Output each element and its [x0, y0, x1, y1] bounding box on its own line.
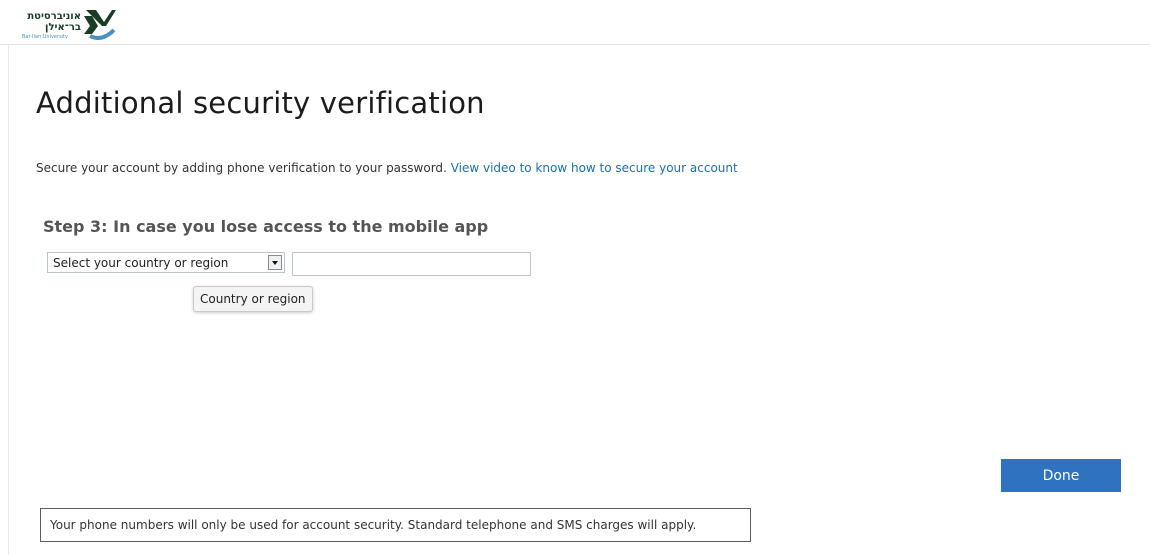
phone-usage-notice: Your phone numbers will only be used for… [40, 508, 751, 542]
intro-text: Secure your account by adding phone veri… [36, 161, 447, 175]
logo-english-text: Bar-Ilan University [22, 34, 68, 40]
header: אוניברסיטת בר־אילן Bar-Ilan University [0, 0, 1150, 45]
intro-paragraph: Secure your account by adding phone veri… [36, 161, 738, 175]
bar-ilan-logo-mark-icon [84, 10, 116, 40]
done-button[interactable]: Done [1001, 459, 1121, 492]
logo-hebrew-text: אוניברסיטת בר־אילן [27, 11, 81, 33]
phone-number-input[interactable] [292, 252, 531, 276]
country-region-tooltip: Country or region [193, 286, 313, 312]
page-title: Additional security verification [36, 86, 485, 120]
university-logo: אוניברסיטת בר־אילן Bar-Ilan University [14, 4, 124, 42]
view-video-link[interactable]: View video to know how to secure your ac… [451, 161, 738, 175]
left-border-rule [8, 45, 9, 555]
chevron-down-icon[interactable] [268, 255, 282, 270]
step-heading: Step 3: In case you lose access to the m… [43, 217, 489, 236]
country-region-select[interactable]: Select your country or region [47, 252, 285, 273]
country-select-value: Select your country or region [53, 256, 229, 270]
